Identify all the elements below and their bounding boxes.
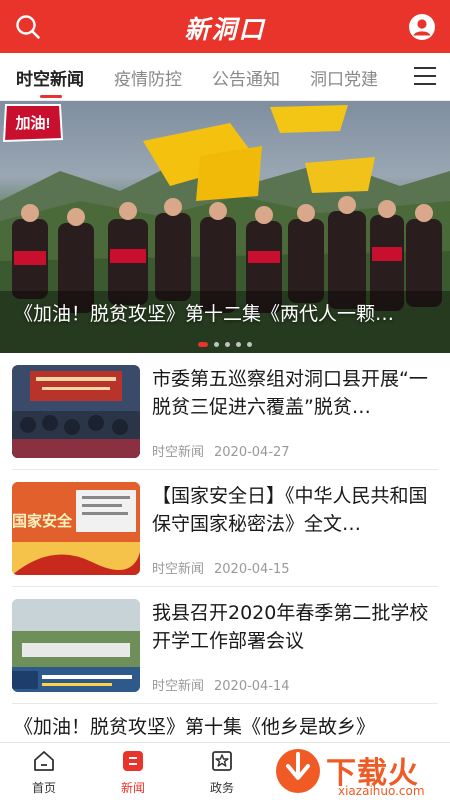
profile-button[interactable] — [408, 13, 436, 41]
app-logo: 新洞口 — [184, 15, 266, 44]
news-thumbnail: 国家安全 — [12, 482, 140, 575]
user-icon — [409, 14, 435, 40]
news-date: 2020-04-27 — [214, 445, 290, 460]
divider — [12, 703, 438, 704]
news-source: 时空新闻 — [152, 679, 205, 694]
news-date: 2020-04-15 — [214, 562, 290, 577]
tab-epidemic[interactable]: 疫情防控 — [114, 65, 182, 90]
category-tabs: 时空新闻 疫情防控 公告通知 洞口党建 — [0, 53, 450, 101]
nav-home-label: 首页 — [31, 781, 56, 795]
carousel-dot[interactable] — [247, 342, 252, 347]
home-icon — [34, 751, 54, 771]
news-source: 时空新闻 — [152, 562, 205, 577]
news-item[interactable]: 国家安全 【国家安全日】《中华人民共和国保守国家秘密法》全文… 时空新闻 2020… — [0, 470, 450, 587]
news-meta: 时空新闻 2020-04-14 — [152, 675, 290, 694]
carousel-dot[interactable] — [225, 342, 230, 347]
menu-icon-line — [414, 83, 436, 85]
news-meta: 时空新闻 2020-04-27 — [152, 441, 290, 460]
thumbnail-text: 国家安全 — [12, 512, 73, 530]
carousel-dot[interactable] — [214, 342, 219, 347]
news-meta: 时空新闻 2020-04-15 — [152, 558, 290, 577]
top-header: 新洞口 — [0, 0, 450, 53]
watermark-subtext: xiazaihuo.com — [338, 784, 425, 798]
news-item[interactable]: 市委第五巡察组对洞口县开展“一脱贫三促进六覆盖”脱贫… 时空新闻 2020-04-… — [0, 353, 450, 470]
news-thumbnail — [12, 599, 140, 692]
news-source: 时空新闻 — [152, 445, 205, 460]
carousel-dot[interactable] — [198, 342, 208, 347]
nav-home[interactable]: 首页 — [14, 749, 74, 796]
hero-title: 《加油！脱贫攻坚》第十二集《两代人一颗… — [14, 303, 395, 325]
nav-government-label: 政务 — [209, 781, 234, 795]
nav-news-label: 新闻 — [120, 781, 145, 795]
carousel-dots — [0, 332, 450, 351]
tab-news[interactable]: 时空新闻 — [16, 65, 84, 90]
tab-party[interactable]: 洞口党建 — [310, 65, 378, 90]
news-icon — [123, 751, 143, 771]
news-title: 我县召开2020年春季第二批学校开学工作部署会议 — [152, 602, 429, 652]
tab-notices[interactable]: 公告通知 — [212, 65, 280, 90]
carousel-dot[interactable] — [236, 342, 241, 347]
nav-government[interactable]: 政务 — [192, 749, 252, 796]
news-thumbnail — [12, 365, 140, 458]
news-date: 2020-04-14 — [214, 679, 290, 694]
news-title-partial[interactable]: 《加油！脱贫攻坚》第十集《他乡是故乡》 — [14, 712, 434, 739]
menu-icon-line — [414, 75, 436, 77]
hero-badge: 加油! — [2, 104, 64, 143]
hero-carousel[interactable]: 加油! 《加油！脱贫攻坚》第十二集《两代人一颗… — [0, 101, 450, 353]
hero-badge-text: 加油! — [15, 114, 51, 132]
news-title: 【国家安全日】《中华人民共和国保守国家秘密法》全文… — [152, 485, 428, 535]
news-title: 市委第五巡察组对洞口县开展“一脱贫三促进六覆盖”脱贫… — [152, 368, 428, 418]
government-icon — [212, 751, 232, 771]
nav-news[interactable]: 新闻 — [103, 749, 163, 796]
menu-button[interactable] — [414, 67, 436, 87]
news-item[interactable]: 我县召开2020年春季第二批学校开学工作部署会议 时空新闻 2020-04-14 — [0, 587, 450, 704]
menu-icon — [414, 67, 436, 69]
active-tab-indicator — [40, 95, 62, 98]
